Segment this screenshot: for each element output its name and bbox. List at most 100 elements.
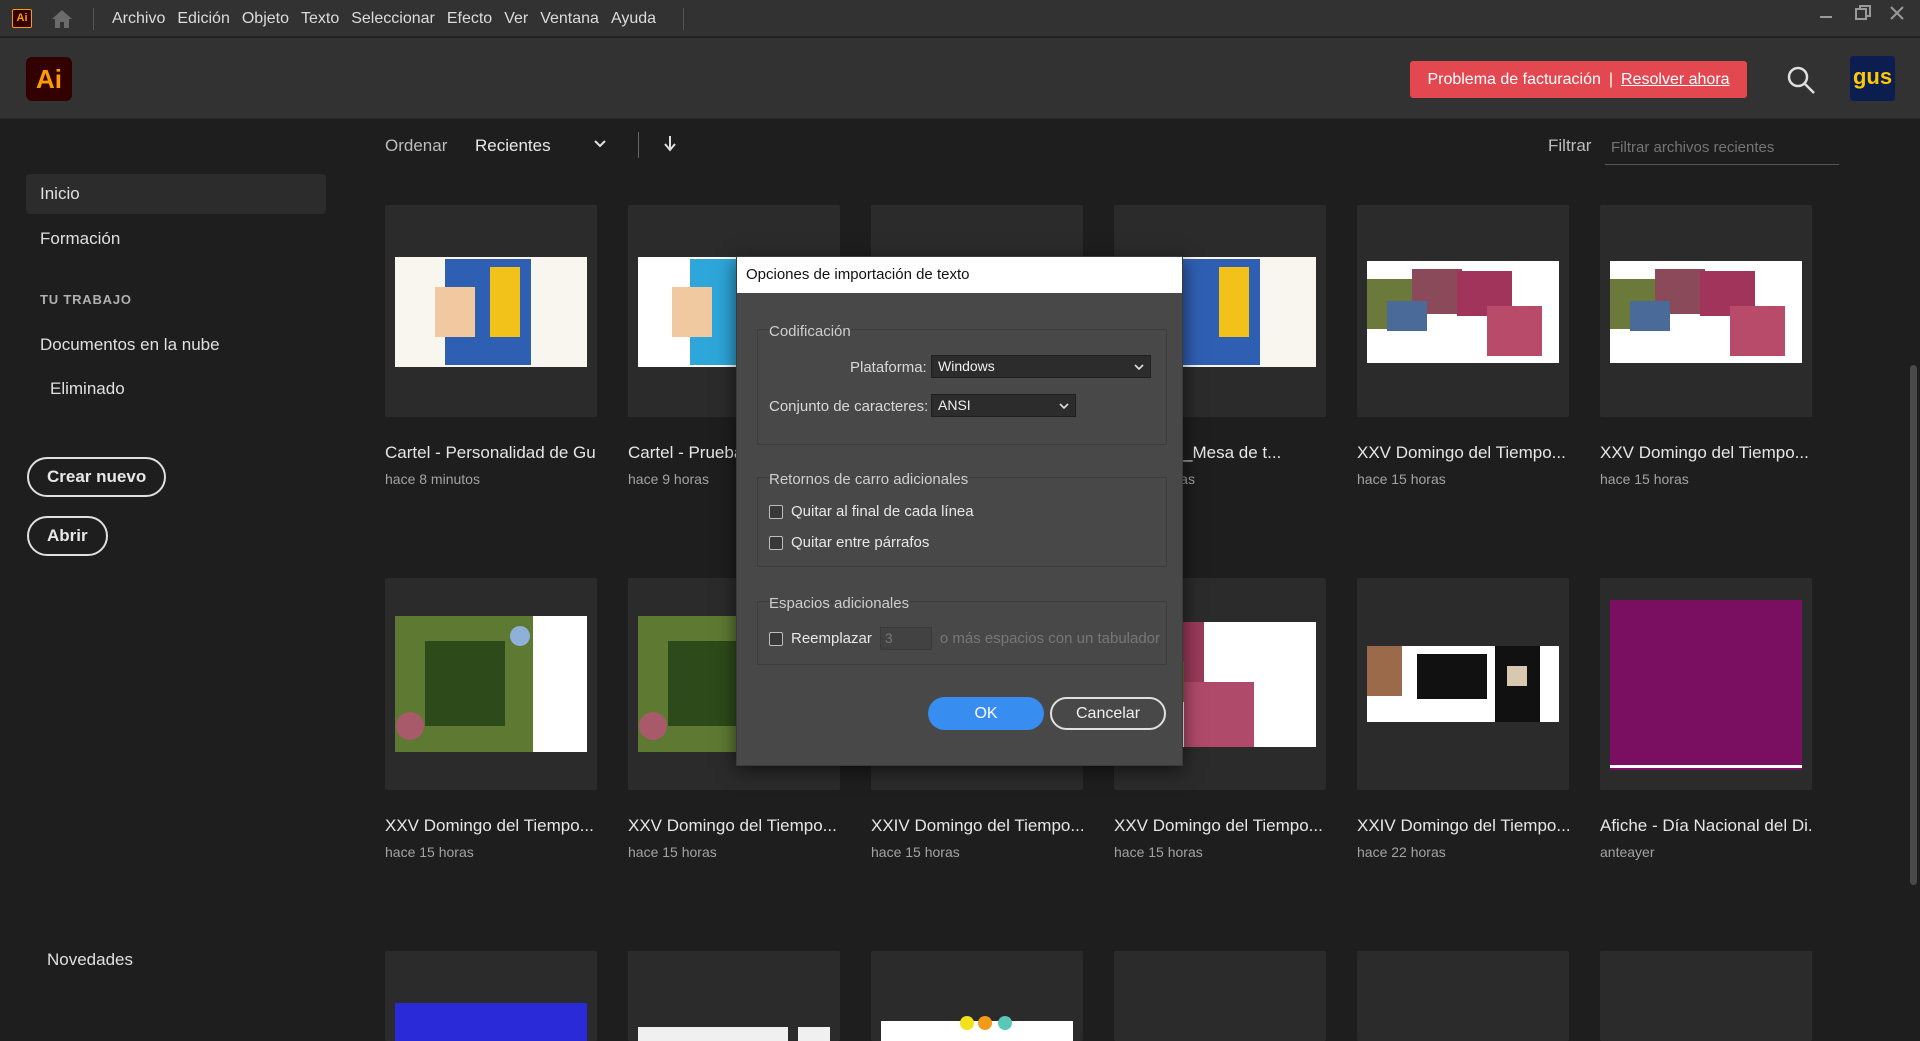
dialog-title: Opciones de importación de texto (737, 257, 1182, 293)
sidebar-item-inicio[interactable]: Inicio (26, 174, 326, 214)
file-name: XXV Domingo del Tiempo... (1114, 816, 1323, 835)
file-card[interactable]: XXV Domingo del Tiempo... hace 15 horas (1357, 205, 1569, 487)
menu-archivo[interactable]: Archivo (112, 10, 176, 28)
file-name: Afiche - Día Nacional del Di... (1600, 816, 1812, 835)
file-card[interactable]: XXV Domingo del Tiempo... hace 15 horas (385, 578, 597, 860)
remove-between-option[interactable]: Quitar entre párrafos (769, 534, 929, 551)
file-thumbnail[interactable] (1600, 951, 1812, 1041)
file-name: XXV Domingo del Tiempo... (1357, 443, 1566, 462)
file-time: hace 15 horas (385, 844, 474, 860)
cancel-button[interactable]: Cancelar (1050, 697, 1166, 730)
leaves-thumbnail (395, 616, 587, 752)
illustrator-app-icon[interactable]: Ai (12, 9, 32, 28)
file-time: hace 15 horas (628, 844, 717, 860)
file-time: hace 15 horas (1357, 471, 1446, 487)
file-card[interactable]: XXIV Domingo del Tiempo... hace 22 horas (1357, 578, 1569, 860)
menu-objeto[interactable]: Objeto (242, 10, 300, 28)
file-thumbnail[interactable] (871, 951, 1083, 1041)
menu-edicion[interactable]: Edición (177, 10, 240, 28)
file-name: XXIV Domingo del Tiempo... (871, 816, 1083, 835)
create-new-button[interactable]: Crear nuevo (27, 457, 167, 497)
billing-text: Problema de facturación (1427, 70, 1601, 88)
scrollbar[interactable] (1908, 120, 1920, 1027)
menu-efecto[interactable]: Efecto (447, 10, 503, 28)
file-card[interactable] (1357, 951, 1569, 1041)
replace-checkbox[interactable] (769, 631, 783, 646)
menu-divider (93, 8, 94, 30)
avatar[interactable]: gus (1850, 56, 1895, 101)
replace-label: Reemplazar (791, 630, 872, 647)
text-import-options-dialog: Opciones de importación de texto Codific… (736, 256, 1183, 766)
app-header: Ai Problema de facturación | Resolver ah… (0, 38, 1920, 119)
charset-select[interactable]: ANSI (931, 394, 1076, 417)
file-thumbnail[interactable] (1357, 205, 1569, 417)
file-card[interactable]: Afiche - Día Nacional del Di... anteayer (1600, 578, 1812, 860)
replace-option[interactable]: Reemplazar 3 o más espacios con un tabul… (769, 627, 1160, 650)
platform-select[interactable]: Windows (931, 355, 1151, 378)
minimize-icon[interactable] (1819, 9, 1833, 23)
file-card[interactable] (628, 951, 840, 1041)
grapes-thumbnail (1367, 261, 1559, 363)
open-button[interactable]: Abrir (27, 516, 108, 556)
remove-between-checkbox[interactable] (769, 535, 783, 550)
file-card[interactable] (385, 951, 597, 1041)
sort-direction-icon[interactable] (662, 133, 678, 155)
returns-group (757, 477, 1167, 567)
file-card[interactable] (1114, 951, 1326, 1041)
menu-ventana[interactable]: Ventana (540, 10, 610, 28)
file-time: hace 15 horas (1600, 471, 1689, 487)
returns-group-title: Retornos de carro adicionales (769, 471, 969, 488)
file-card[interactable] (871, 951, 1083, 1041)
charset-label: Conjunto de caracteres: (769, 398, 929, 415)
toolbar-divider (638, 132, 639, 158)
ok-button[interactable]: OK (928, 697, 1044, 730)
close-icon[interactable] (1889, 5, 1905, 21)
file-thumbnail[interactable] (1600, 205, 1812, 417)
menu-seleccionar[interactable]: Seleccionar (351, 10, 446, 28)
sidebar-item-cloud-docs[interactable]: Documentos en la nube (26, 325, 326, 365)
illustrator-logo: Ai (26, 57, 72, 101)
file-thumbnail[interactable] (1357, 951, 1569, 1041)
resolve-now-link[interactable]: Resolver ahora (1621, 71, 1730, 89)
search-icon[interactable] (1786, 65, 1816, 95)
file-card[interactable]: Cartel - Personalidad de Gu... hace 8 mi… (385, 205, 597, 487)
file-thumbnail[interactable] (385, 205, 597, 417)
menu-divider (683, 8, 684, 30)
file-name: Cartel - Personalidad de Gu... (385, 443, 597, 462)
file-card[interactable] (1600, 951, 1812, 1041)
menu-ayuda[interactable]: Ayuda (611, 10, 667, 28)
file-thumbnail[interactable] (1600, 578, 1812, 790)
poster-thumbnail (395, 257, 587, 367)
home-icon[interactable] (50, 8, 74, 30)
news-link[interactable]: Novedades (47, 950, 133, 970)
file-thumbnail[interactable] (385, 578, 597, 790)
billing-banner[interactable]: Problema de facturación | Resolver ahora (1410, 61, 1747, 98)
file-thumbnail[interactable] (1357, 578, 1569, 790)
replace-count-input[interactable]: 3 (879, 627, 932, 650)
file-name: XXIV Domingo del Tiempo... (1357, 816, 1569, 835)
file-card[interactable]: XXV Domingo del Tiempo... hace 15 horas (1600, 205, 1812, 487)
file-time: anteayer (1600, 844, 1655, 860)
grapes-thumbnail (1610, 261, 1802, 363)
filter-input[interactable] (1605, 130, 1839, 165)
restore-icon[interactable] (1855, 5, 1871, 21)
menu-texto[interactable]: Texto (301, 10, 350, 28)
file-thumbnail[interactable] (628, 951, 840, 1041)
sidebar-item-formacion[interactable]: Formación (26, 219, 326, 259)
sidebar-item-deleted[interactable]: Eliminado (26, 369, 326, 409)
file-thumbnail[interactable] (1114, 951, 1326, 1041)
hands-thumbnail (1367, 646, 1559, 722)
spaces-group-title: Espacios adicionales (769, 595, 910, 612)
sort-dropdown[interactable]: Recientes (475, 136, 551, 156)
file-thumbnail[interactable] (385, 951, 597, 1041)
menu-ver[interactable]: Ver (504, 10, 539, 28)
chevron-down-icon[interactable] (592, 136, 608, 152)
chevron-down-icon (1059, 403, 1069, 410)
scrollbar-thumb[interactable] (1910, 365, 1917, 885)
file-time: hace 15 horas (871, 844, 960, 860)
remove-line-end-option[interactable]: Quitar al final de cada línea (769, 503, 974, 520)
replace-suffix: o más espacios con un tabulador (939, 630, 1161, 647)
remove-line-end-checkbox[interactable] (769, 504, 783, 519)
encoding-group-title: Codificación (769, 323, 851, 340)
encoding-group (757, 329, 1167, 445)
